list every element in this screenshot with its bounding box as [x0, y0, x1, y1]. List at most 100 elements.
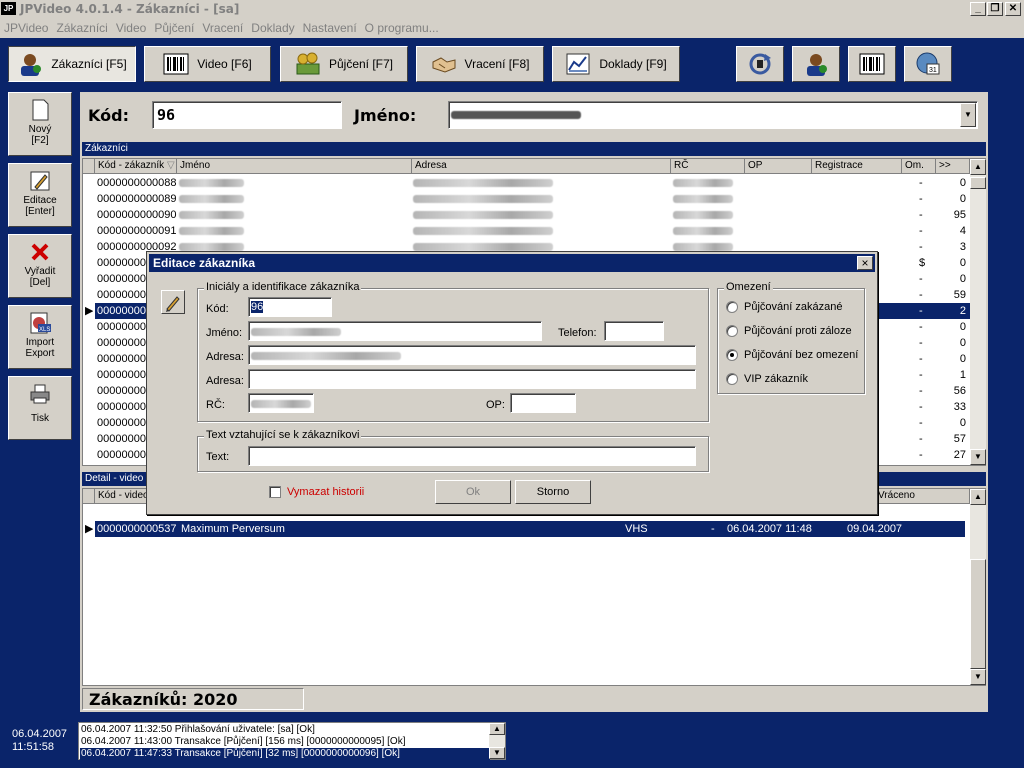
dialog-telefon-input[interactable] [604, 321, 664, 341]
redacted-value [179, 179, 244, 187]
dialog-op-input[interactable] [510, 393, 576, 413]
delete-customer-button[interactable]: Vyřadit [Del] [8, 234, 72, 298]
dialog-jmeno-input[interactable] [248, 321, 542, 341]
dialog-adresa2-label: Adresa: [206, 375, 244, 387]
customer-rental-count: 0 [959, 193, 966, 205]
scroll-up-icon[interactable]: ▲ [970, 159, 986, 175]
dialog-rc-label: RČ: [206, 399, 225, 411]
table-row[interactable]: 0000000000090 - 95 [83, 207, 970, 223]
table-row[interactable]: 0000000000088 - 0 [83, 175, 970, 191]
customer-om: - [919, 353, 923, 365]
col-jmeno[interactable]: Jméno [177, 159, 412, 174]
toolbar-pujceni-button[interactable]: Půjčení [F7] [280, 46, 408, 82]
video-returned: 09.04.2007 [847, 523, 903, 535]
new-customer-button[interactable]: Nový [F2] [8, 92, 72, 156]
dialog-adresa-input[interactable] [248, 345, 696, 365]
col-adresa[interactable]: Adresa [412, 159, 671, 174]
radio-circle-icon [726, 301, 738, 313]
new-shortcut: [F2] [31, 135, 49, 146]
jmeno-filter-combo[interactable]: ▼ [448, 101, 978, 129]
customer-rental-count: 0 [959, 273, 966, 285]
dialog-text-label: Text: [206, 451, 230, 463]
toolbar-refresh-button[interactable] [736, 46, 784, 82]
radio-vip-zakaznik[interactable]: VIP zákazník [726, 373, 808, 385]
scroll-thumb[interactable] [970, 177, 986, 189]
log-list[interactable]: 06.04.2007 11:32:50 Přihlašování uživate… [78, 722, 506, 760]
toolbar-vraceni-button[interactable]: Vracení [F8] [416, 46, 544, 82]
customer-rental-count: 33 [953, 401, 966, 413]
col-kod-zakaznik[interactable]: Kód - zákazník ▽ [95, 159, 177, 174]
menu-doklady[interactable]: Doklady [247, 18, 298, 38]
print-button[interactable]: Tisk [8, 376, 72, 440]
table-row[interactable]: 0000000000091 - 4 [83, 223, 970, 239]
col-om[interactable]: Om. [902, 159, 936, 174]
menu-o-programu[interactable]: O programu... [361, 18, 443, 38]
dialog-rc-input[interactable] [248, 393, 314, 413]
dialog-op-label: OP: [486, 399, 505, 411]
toolbar-customer-button[interactable] [792, 46, 840, 82]
menu-jpvideo[interactable]: JPVideo [0, 18, 52, 38]
table-row[interactable]: 0000000000089 - 0 [83, 191, 970, 207]
menu-vraceni[interactable]: Vracení [198, 18, 247, 38]
menu-zakaznici[interactable]: Zákazníci [52, 18, 111, 38]
ok-button[interactable]: Ok [435, 480, 511, 504]
col-vraceno[interactable]: Vráceno [875, 489, 970, 504]
radio-pujcovani-proti-zaloze[interactable]: Půjčování proti záloze [726, 325, 852, 337]
edit-customer-button[interactable]: Editace [Enter] [8, 163, 72, 227]
scroll-down-icon[interactable]: ▼ [489, 747, 505, 759]
customer-om: - [919, 337, 923, 349]
customer-small-icon [803, 52, 829, 76]
detail-row[interactable]: ▶ 0000000000537 Maximum Perversum VHS - … [83, 521, 970, 537]
menu-nastaveni[interactable]: Nastavení [299, 18, 361, 38]
dialog-close-button[interactable]: × [857, 256, 873, 270]
customers-scrollbar[interactable]: ▲ ▼ [970, 159, 986, 465]
toolbar-doklady-button[interactable]: Doklady [F9] [552, 46, 680, 82]
export-label: Export [25, 348, 55, 359]
scroll-down-icon[interactable]: ▼ [970, 669, 986, 685]
customers-section-header: Zákazníci [82, 142, 986, 156]
col-more[interactable]: >> [936, 159, 970, 174]
detail-scrollbar[interactable]: ▲ ▼ [970, 489, 986, 685]
dialog-adresa2-input[interactable] [248, 369, 696, 389]
maximize-button[interactable]: ❐ [987, 2, 1003, 16]
edit-customer-dialog: Editace zákazníka × Iniciály a identifik… [146, 251, 878, 515]
minimize-button[interactable]: _ [970, 2, 986, 16]
clock: 06.04.2007 11:51:58 [12, 728, 67, 754]
dialog-kod-input[interactable]: 96 [248, 297, 332, 317]
toolbar-zakaznici-button[interactable]: Zákazníci [F5] [8, 46, 136, 82]
customer-code: 0000000000088 [97, 177, 177, 189]
toolbar-barcode-button[interactable] [848, 46, 896, 82]
menu-video[interactable]: Video [112, 18, 150, 38]
delete-label: Vyřadit [24, 266, 56, 277]
col-op[interactable]: OP [745, 159, 812, 174]
toolbar-video-button[interactable]: Video [F6] [144, 46, 271, 82]
chevron-down-icon[interactable]: ▼ [960, 103, 976, 127]
toolbar-calendar-button[interactable]: 31 [904, 46, 952, 82]
import-export-button[interactable]: XLS Import Export [8, 305, 72, 369]
scroll-thumb[interactable] [970, 559, 986, 669]
radio-pujcovani-zakazane[interactable]: Půjčování zakázané [726, 301, 842, 313]
customer-om: - [919, 449, 923, 461]
redacted-value [673, 211, 733, 219]
checkbox-icon [269, 486, 281, 498]
customer-om: - [919, 289, 923, 301]
svg-text:31: 31 [929, 67, 937, 74]
radio-pujcovani-bez-omezeni[interactable]: Půjčování bez omezení [726, 349, 858, 361]
scroll-up-icon[interactable]: ▲ [489, 723, 505, 735]
col-registrace[interactable]: Registrace [812, 159, 902, 174]
scroll-down-icon[interactable]: ▼ [970, 449, 986, 465]
menu-pujceni[interactable]: Půjčení [150, 18, 198, 38]
kod-filter-input[interactable]: 96 [152, 101, 342, 129]
customer-om: $ [919, 257, 926, 269]
clear-history-checkbox[interactable]: Vymazat historii [269, 486, 364, 498]
customer-rental-count: 95 [953, 209, 966, 221]
print-label: Tisk [31, 413, 49, 424]
radio-checked-icon [726, 349, 738, 361]
restrictions-group: Omezení Půjčování zakázané Půjčování pro… [717, 281, 865, 394]
col-rc[interactable]: RČ [671, 159, 745, 174]
dialog-text-input[interactable] [248, 446, 696, 466]
customer-rental-count: 0 [959, 353, 966, 365]
storno-button[interactable]: Storno [515, 480, 591, 504]
close-window-button[interactable]: ✕ [1005, 2, 1021, 16]
scroll-up-icon[interactable]: ▲ [970, 489, 986, 505]
